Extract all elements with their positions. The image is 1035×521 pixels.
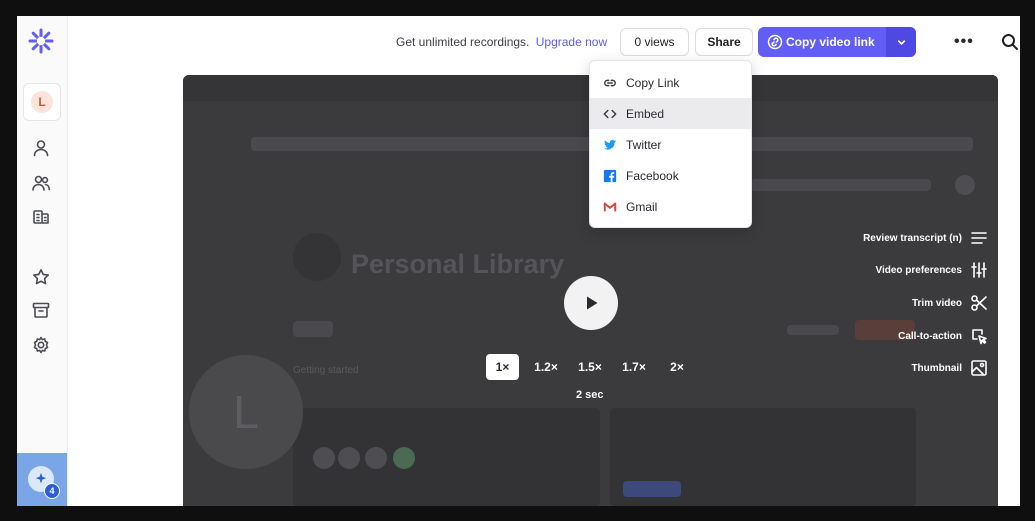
building-icon[interactable] bbox=[31, 206, 51, 226]
person-icon[interactable] bbox=[31, 138, 51, 158]
menu-item-copy-link[interactable]: Copy Link bbox=[590, 67, 751, 98]
copy-video-link-main[interactable]: Copy video link bbox=[758, 27, 886, 57]
call-to-action-button[interactable]: Call-to-action bbox=[898, 325, 988, 347]
speed-1x-button[interactable]: 1× bbox=[486, 354, 519, 380]
views-button[interactable]: 0 views bbox=[620, 28, 689, 56]
cursor-icon bbox=[972, 329, 987, 345]
thumbnail-button[interactable]: Thumbnail bbox=[911, 357, 988, 379]
speed-2x-button[interactable]: 2× bbox=[662, 354, 692, 380]
notification-badge: 4 bbox=[44, 483, 60, 499]
copy-video-link-button[interactable]: Copy video link bbox=[758, 27, 916, 57]
workspace-avatar-button[interactable]: L bbox=[23, 83, 61, 121]
menu-item-gmail[interactable]: Gmail bbox=[590, 191, 751, 222]
play-button[interactable] bbox=[564, 276, 618, 330]
globe-link-icon bbox=[767, 34, 783, 50]
star-icon[interactable] bbox=[31, 267, 51, 287]
speed-1.7x-button[interactable]: 1.7× bbox=[617, 354, 651, 380]
search-icon[interactable] bbox=[1001, 33, 1019, 51]
chevron-down-icon[interactable] bbox=[886, 27, 916, 57]
speed-1.2x-button[interactable]: 1.2× bbox=[529, 354, 563, 380]
gmail-icon bbox=[602, 199, 617, 214]
gear-icon[interactable] bbox=[31, 335, 51, 355]
background-section-label: Getting started bbox=[293, 365, 359, 376]
skip-duration-label: 2 sec bbox=[576, 389, 604, 401]
sliders-icon bbox=[971, 262, 987, 278]
copy-video-link-label: Copy video link bbox=[786, 35, 875, 49]
upgrade-now-link[interactable]: Upgrade now bbox=[536, 35, 607, 49]
facebook-icon bbox=[602, 168, 617, 183]
avatar: L bbox=[31, 91, 53, 113]
menu-item-embed[interactable]: Embed bbox=[590, 98, 751, 129]
archive-icon[interactable] bbox=[31, 300, 51, 320]
upgrade-promo: Get unlimited recordings. Upgrade now bbox=[396, 35, 607, 49]
review-transcript-button[interactable]: Review transcript (n) bbox=[863, 227, 988, 249]
promo-text: Get unlimited recordings. bbox=[396, 35, 530, 49]
link-icon bbox=[602, 75, 617, 90]
scissors-icon bbox=[971, 295, 987, 311]
menu-item-facebook[interactable]: Facebook bbox=[590, 160, 751, 191]
trim-video-button[interactable]: Trim video bbox=[912, 292, 988, 314]
notifications-area[interactable]: 4 bbox=[17, 453, 67, 506]
share-dropdown-menu: Copy Link Embed Twitter Facebook Gmail bbox=[589, 60, 752, 228]
share-button[interactable]: Share bbox=[695, 28, 753, 56]
sidebar: L 4 bbox=[17, 16, 68, 506]
menu-item-twitter[interactable]: Twitter bbox=[590, 129, 751, 160]
speed-1.5x-button[interactable]: 1.5× bbox=[573, 354, 607, 380]
image-icon bbox=[971, 360, 987, 376]
play-icon bbox=[587, 296, 598, 310]
code-icon bbox=[602, 106, 617, 121]
twitter-icon bbox=[602, 137, 617, 152]
transcript-icon bbox=[971, 232, 987, 244]
loom-logo-icon[interactable] bbox=[28, 28, 54, 54]
video-preferences-button[interactable]: Video preferences bbox=[875, 259, 988, 281]
more-options-icon[interactable]: ••• bbox=[954, 33, 974, 51]
app-window: L 4 Get unlimited recordings. Upgrade no… bbox=[17, 16, 1020, 506]
background-library-title: Personal Library bbox=[351, 249, 565, 279]
people-icon[interactable] bbox=[31, 173, 51, 193]
background-avatar: L bbox=[189, 355, 303, 469]
